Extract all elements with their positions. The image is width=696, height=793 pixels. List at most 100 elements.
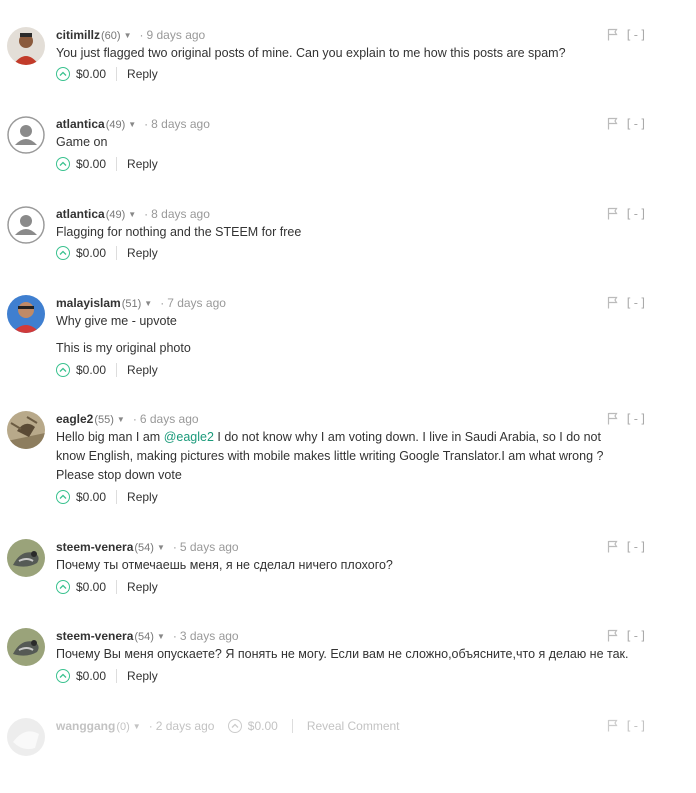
timestamp[interactable]: 5 days ago xyxy=(180,540,239,554)
mention-link[interactable]: @eagle2 xyxy=(164,430,214,444)
reply-link[interactable]: Reply xyxy=(127,580,158,594)
reply-link[interactable]: Reply xyxy=(127,363,158,377)
flag-icon[interactable] xyxy=(607,207,618,220)
comment-text: You just flagged two original posts of m… xyxy=(56,46,566,60)
flag-icon[interactable] xyxy=(607,629,618,642)
flag-icon[interactable] xyxy=(607,540,618,553)
avatar[interactable] xyxy=(7,718,45,756)
flag-icon[interactable] xyxy=(607,28,618,41)
author-link[interactable]: atlantica xyxy=(56,117,105,131)
reply-link[interactable]: Reply xyxy=(127,67,158,81)
avatar[interactable] xyxy=(7,411,45,449)
flag-icon[interactable] xyxy=(607,719,618,732)
caret-down-icon[interactable]: ▼ xyxy=(133,719,141,735)
collapse-toggle[interactable]: [-] xyxy=(625,411,647,427)
collapse-toggle[interactable]: [-] xyxy=(625,718,647,734)
author-link[interactable]: steem-venera xyxy=(56,629,133,643)
comment-body: You just flagged two original posts of m… xyxy=(56,44,636,63)
avatar[interactable] xyxy=(7,206,45,244)
payout-value[interactable]: $0.00 xyxy=(76,67,106,81)
payout-value[interactable]: $0.00 xyxy=(76,669,106,683)
upvote-chevron-icon[interactable] xyxy=(56,669,70,683)
collapse-toggle[interactable]: [-] xyxy=(625,27,647,43)
payout-value[interactable]: $0.00 xyxy=(76,363,106,377)
avatar[interactable] xyxy=(7,27,45,65)
caret-down-icon[interactable]: ▼ xyxy=(124,28,132,44)
timestamp[interactable]: 3 days ago xyxy=(180,629,239,643)
avatar[interactable] xyxy=(7,539,45,577)
payout-value[interactable]: $0.00 xyxy=(76,157,106,171)
author-link[interactable]: atlantica xyxy=(56,207,105,221)
collapse-toggle[interactable]: [-] xyxy=(625,116,647,132)
payout-value[interactable]: $0.00 xyxy=(248,719,278,733)
reveal-comment-link[interactable]: Reveal Comment xyxy=(307,719,400,733)
comment-header: atlantica(49) ▼ · 8 days ago xyxy=(56,116,210,132)
upvote-chevron-icon[interactable] xyxy=(227,719,242,733)
caret-down-icon[interactable]: ▼ xyxy=(128,207,136,223)
reputation: (51) xyxy=(121,298,142,310)
comment-text: Flagging for nothing and the STEEM for f… xyxy=(56,225,302,239)
timestamp[interactable]: 9 days ago xyxy=(147,28,206,42)
comment-list: citimillz(60) ▼ · 9 days ago [-] You just f… xyxy=(0,0,696,793)
timestamp[interactable]: 8 days ago xyxy=(151,117,210,131)
comment-body: Почему Вы меня опускаете? Я понять не мо… xyxy=(56,645,636,664)
caret-down-icon[interactable]: ▼ xyxy=(157,540,165,556)
reply-link[interactable]: Reply xyxy=(127,669,158,683)
separator-dot: · xyxy=(144,207,149,221)
upvote-chevron-icon[interactable] xyxy=(56,157,70,171)
payout-value[interactable]: $0.00 xyxy=(76,580,106,594)
upvote-chevron-icon[interactable] xyxy=(56,580,70,594)
divider xyxy=(116,363,118,377)
flag-icon[interactable] xyxy=(607,296,618,309)
comment-header: malayislam(51) ▼ · 7 days ago xyxy=(56,295,226,311)
comment-body: Hello big man I am @eagle2 I do not know… xyxy=(56,428,631,485)
reply-link[interactable]: Reply xyxy=(127,246,158,260)
collapse-toggle[interactable]: [-] xyxy=(625,628,647,644)
timestamp[interactable]: 6 days ago xyxy=(140,412,199,426)
caret-down-icon[interactable]: ▼ xyxy=(157,629,165,645)
reply-link[interactable]: Reply xyxy=(127,157,158,171)
comment-text: Почему Вы меня опускаете? Я понять не мо… xyxy=(56,647,629,661)
author-link[interactable]: eagle2 xyxy=(56,412,93,426)
avatar[interactable] xyxy=(7,295,45,333)
separator-dot: · xyxy=(144,117,149,131)
caret-down-icon[interactable]: ▼ xyxy=(128,117,136,133)
separator-dot: · xyxy=(139,28,144,42)
caret-down-icon[interactable]: ▼ xyxy=(144,296,152,312)
divider xyxy=(116,669,118,683)
caret-down-icon[interactable]: ▼ xyxy=(117,412,125,428)
timestamp[interactable]: 8 days ago xyxy=(151,207,210,221)
flag-icon[interactable] xyxy=(607,117,618,130)
comment-header: citimillz(60) ▼ · 9 days ago xyxy=(56,27,205,43)
author-link[interactable]: steem-venera xyxy=(56,540,133,554)
upvote-chevron-icon[interactable] xyxy=(56,490,70,504)
collapse-toggle[interactable]: [-] xyxy=(625,206,647,222)
timestamp[interactable]: 2 days ago xyxy=(156,719,215,733)
comment-text: Почему ты отмечаешь меня, я не сделал ни… xyxy=(56,558,393,572)
collapse-toggle[interactable]: [-] xyxy=(625,295,647,311)
reply-link[interactable]: Reply xyxy=(127,490,158,504)
separator-dot: · xyxy=(132,412,137,426)
comment-header: steem-venera(54) ▼ · 3 days ago xyxy=(56,628,239,644)
reputation: (55) xyxy=(94,414,114,426)
reputation: (54) xyxy=(134,542,154,554)
comment-footer: $0.00 Reply xyxy=(56,579,158,595)
avatar[interactable] xyxy=(7,116,45,154)
comment-body: Why give me - upvote This is my original… xyxy=(56,312,636,358)
upvote-chevron-icon[interactable] xyxy=(56,246,70,260)
payout-value[interactable]: $0.00 xyxy=(76,490,106,504)
author-link[interactable]: malayislam xyxy=(56,296,121,310)
reputation: (60) xyxy=(101,30,121,42)
payout-value[interactable]: $0.00 xyxy=(76,246,106,260)
comment-text: Why give me - upvote xyxy=(56,314,177,328)
timestamp[interactable]: 7 days ago xyxy=(167,296,226,310)
flag-icon[interactable] xyxy=(607,412,618,425)
author-link[interactable]: wanggang xyxy=(56,719,115,733)
collapse-toggle[interactable]: [-] xyxy=(625,539,647,555)
author-link[interactable]: citimillz xyxy=(56,28,100,42)
upvote-chevron-icon[interactable] xyxy=(56,67,70,81)
avatar[interactable] xyxy=(7,628,45,666)
upvote-chevron-icon[interactable] xyxy=(56,363,70,377)
comment-header: eagle2(55) ▼ · 6 days ago xyxy=(56,411,199,427)
comment-header: wanggang(0) ▼ · 2 days ago $0.00 Reveal Comm… xyxy=(56,718,400,734)
